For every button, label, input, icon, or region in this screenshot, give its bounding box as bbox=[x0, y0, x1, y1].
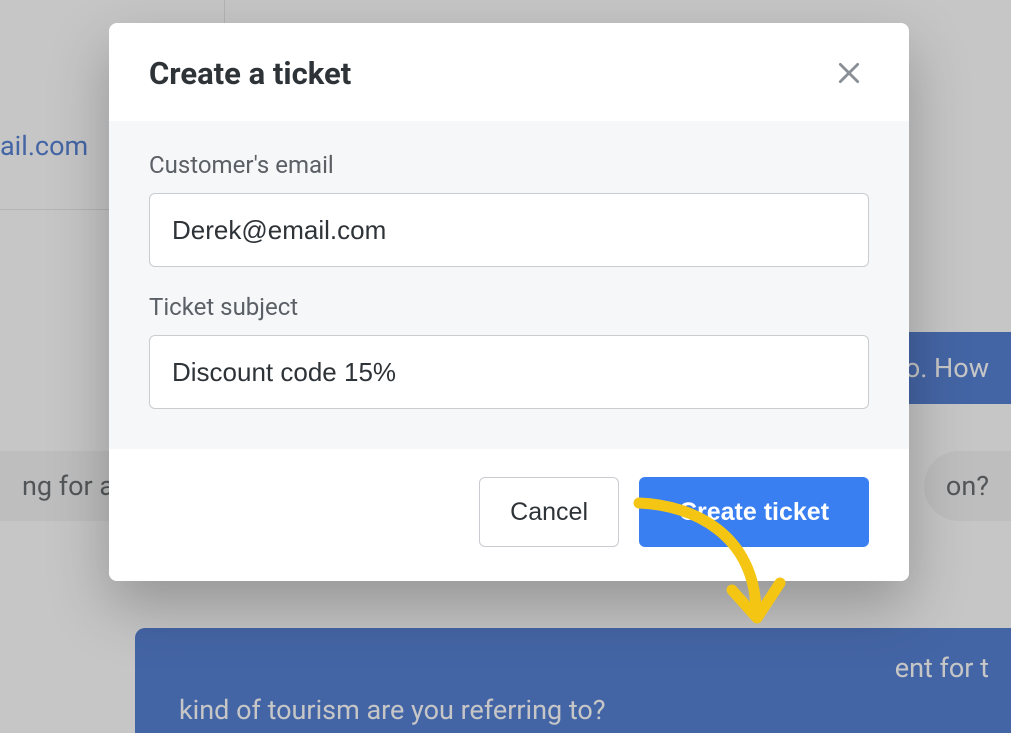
ticket-subject-field[interactable] bbox=[149, 335, 869, 409]
modal-header: Create a ticket bbox=[109, 23, 909, 121]
form-group-subject: Ticket subject bbox=[149, 293, 869, 409]
customer-email-field[interactable] bbox=[149, 193, 869, 267]
close-button[interactable] bbox=[829, 53, 869, 93]
form-group-email: Customer's email bbox=[149, 151, 869, 267]
close-icon bbox=[836, 60, 862, 86]
modal-body: Customer's email Ticket subject bbox=[109, 121, 909, 449]
cancel-button[interactable]: Cancel bbox=[479, 477, 619, 547]
email-label: Customer's email bbox=[149, 151, 869, 179]
modal-footer: Cancel Create ticket bbox=[109, 449, 909, 581]
create-ticket-button[interactable]: Create ticket bbox=[639, 477, 869, 547]
modal-title: Create a ticket bbox=[149, 55, 351, 92]
create-ticket-modal: Create a ticket Customer's email Ticket … bbox=[109, 23, 909, 581]
subject-label: Ticket subject bbox=[149, 293, 869, 321]
